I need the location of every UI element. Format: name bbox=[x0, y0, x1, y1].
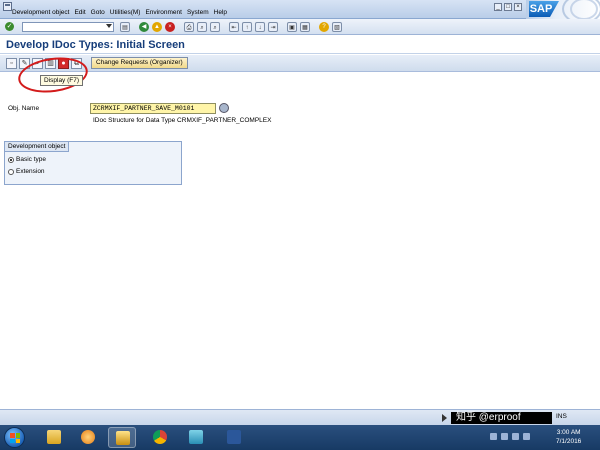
menu-edit[interactable]: Edit bbox=[74, 9, 85, 16]
taskbar-sap-gui[interactable] bbox=[74, 427, 102, 448]
application-toolbar: ▫ ✎ ⌕ ▥ ● ⧉ Change Requests (Organizer) bbox=[0, 55, 600, 72]
menu-utilities[interactable]: Utilities(M) bbox=[110, 9, 141, 16]
sap-gui-icon bbox=[81, 430, 95, 444]
close-button[interactable]: × bbox=[514, 3, 522, 11]
windows-logo-icon bbox=[10, 433, 20, 443]
radio-basic-type[interactable]: Basic type bbox=[8, 156, 46, 163]
taskbar-explorer[interactable] bbox=[40, 427, 68, 448]
title-bar: Develop IDoc Types: Initial Screen bbox=[0, 35, 600, 54]
obj-name-input[interactable]: ZCRMXIF_PARTNER_SAVE_M0101 bbox=[90, 103, 216, 114]
insert-mode-indicator[interactable]: INS bbox=[556, 413, 567, 420]
back-icon[interactable]: ◀ bbox=[139, 22, 149, 32]
layout-menu-icon[interactable]: ▧ bbox=[332, 22, 342, 32]
clock-date: 7/1/2016 bbox=[556, 438, 582, 445]
enter-icon[interactable]: ✓ bbox=[5, 22, 14, 31]
menu-bar: Development object Edit Goto Utilities(M… bbox=[0, 0, 600, 19]
radio-unselected-icon[interactable] bbox=[8, 168, 14, 175]
maximize-button[interactable]: □ bbox=[504, 3, 512, 11]
radio-extension[interactable]: Extension bbox=[8, 168, 45, 175]
watermark-text: 知乎 @erproof bbox=[456, 412, 521, 423]
group-title: Development object bbox=[5, 142, 70, 152]
command-history-icon[interactable] bbox=[106, 24, 112, 28]
sap-logon-icon bbox=[116, 431, 130, 445]
obj-description: IDoc Structure for Data Type CRMXIF_PART… bbox=[93, 117, 272, 124]
taskbar-app[interactable] bbox=[182, 427, 210, 448]
radio-label: Basic type bbox=[16, 156, 46, 163]
folder-icon bbox=[47, 430, 61, 444]
menu-system[interactable]: System bbox=[187, 9, 209, 16]
taskbar-word[interactable] bbox=[220, 427, 248, 448]
radio-selected-icon[interactable] bbox=[8, 156, 14, 163]
first-page-icon[interactable]: ⇤ bbox=[229, 22, 239, 32]
start-button[interactable] bbox=[4, 427, 25, 448]
chrome-icon bbox=[153, 430, 167, 444]
menu-goto[interactable]: Goto bbox=[91, 9, 105, 16]
print-icon[interactable]: ⎙ bbox=[184, 22, 194, 32]
create-icon[interactable]: ▫ bbox=[6, 58, 17, 69]
radio-label: Extension bbox=[16, 168, 45, 175]
sap-logo: SAP bbox=[526, 0, 600, 19]
help-icon[interactable]: ? bbox=[319, 22, 329, 32]
save-icon[interactable]: ▤ bbox=[120, 22, 130, 32]
sap-logo-text: SAP bbox=[529, 1, 559, 17]
last-page-icon[interactable]: ⇥ bbox=[268, 22, 278, 32]
status-expand-icon[interactable] bbox=[442, 414, 447, 422]
tray-icon[interactable] bbox=[501, 433, 508, 440]
exit-icon[interactable]: ▲ bbox=[152, 22, 162, 32]
development-object-group: Development object Basic type Extension bbox=[4, 141, 182, 185]
taskbar-sap-logon[interactable] bbox=[108, 427, 136, 448]
app-icon bbox=[189, 430, 203, 444]
menu-help[interactable]: Help bbox=[214, 9, 227, 16]
value-help-icon[interactable] bbox=[219, 103, 229, 113]
system-menu-icon[interactable] bbox=[3, 2, 12, 11]
find-next-icon[interactable]: ⌕ bbox=[210, 22, 220, 32]
find-icon[interactable]: ⌕ bbox=[197, 22, 207, 32]
menu-development-object[interactable]: Development object bbox=[12, 9, 69, 16]
taskbar: 3:00 AM 7/1/2016 bbox=[0, 425, 600, 450]
page-title: Develop IDoc Types: Initial Screen bbox=[6, 39, 185, 51]
volume-icon[interactable] bbox=[512, 433, 519, 440]
obj-name-label: Obj. Name bbox=[8, 105, 40, 112]
cancel-icon[interactable]: × bbox=[165, 22, 175, 32]
system-tray bbox=[490, 433, 530, 440]
status-bar: 知乎 @erproof INS bbox=[0, 409, 600, 425]
next-page-icon[interactable]: ↓ bbox=[255, 22, 265, 32]
new-session-icon[interactable]: ▣ bbox=[287, 22, 297, 32]
shortcut-icon[interactable]: ▦ bbox=[300, 22, 310, 32]
display-tooltip: Display (F7) bbox=[40, 75, 84, 86]
clock-time: 3:00 AM bbox=[556, 429, 581, 436]
minimize-button[interactable]: _ bbox=[494, 3, 502, 11]
change-requests-button[interactable]: Change Requests (Organizer) bbox=[91, 57, 188, 69]
standard-toolbar: ✓ ▤ ◀ ▲ × ⎙ ⌕ ⌕ ⇤ ↑ ↓ ⇥ ▣ ▦ ? ▧ bbox=[0, 19, 600, 35]
network-icon[interactable] bbox=[523, 433, 530, 440]
previous-page-icon[interactable]: ↑ bbox=[242, 22, 252, 32]
logo-swirl-inner bbox=[570, 0, 598, 19]
command-field[interactable] bbox=[22, 22, 114, 32]
word-icon bbox=[227, 430, 241, 444]
taskbar-clock[interactable]: 3:00 AM 7/1/2016 bbox=[556, 428, 581, 446]
taskbar-chrome[interactable] bbox=[146, 427, 174, 448]
menu-environment[interactable]: Environment bbox=[145, 9, 182, 16]
tray-icon[interactable] bbox=[490, 433, 497, 440]
